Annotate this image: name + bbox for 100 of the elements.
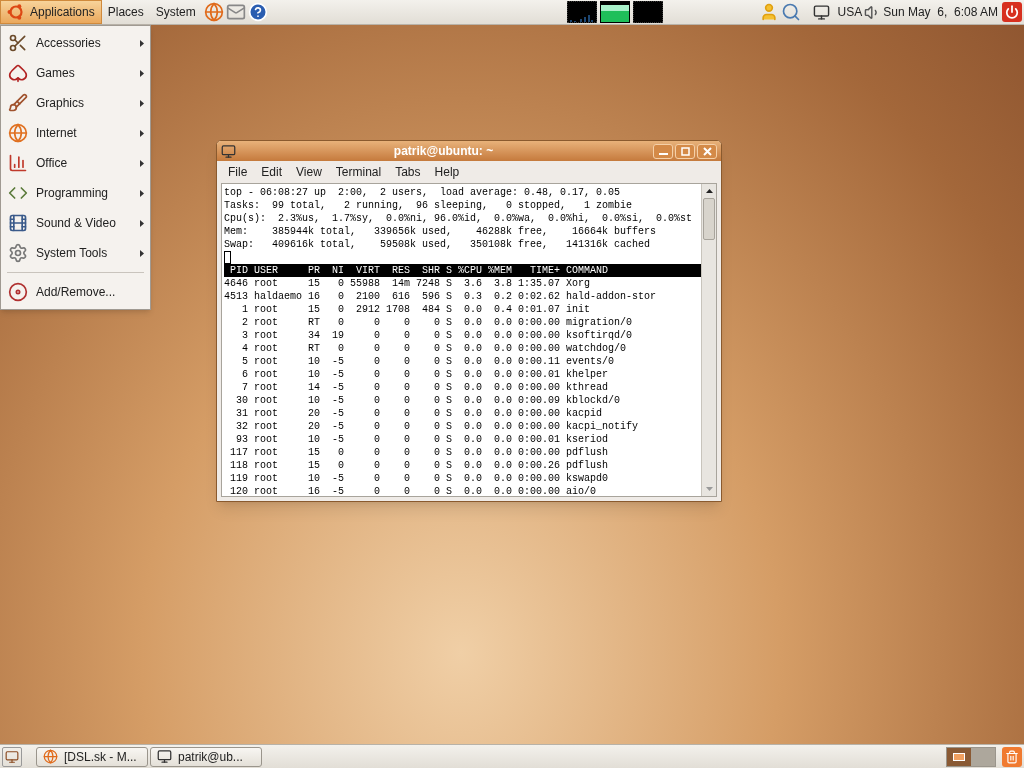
submenu-arrow-icon [140, 219, 144, 227]
menu-bar-item[interactable]: File [223, 163, 253, 181]
panel-menu[interactable]: Places [101, 0, 150, 24]
power-button[interactable] [1002, 2, 1022, 22]
table-cell-text: -5 [331, 394, 344, 407]
table-cell: S [446, 316, 452, 329]
menu-bar-item[interactable]: Tabs [390, 163, 426, 181]
menu-item[interactable]: Games [1, 58, 150, 88]
menu-item[interactable]: Accessories [1, 28, 150, 58]
table-cell-text: 4 [241, 342, 248, 355]
terminal-line: Mem: 385944k total, 339656k used, 46288k free, 16664k buffers [224, 225, 657, 238]
menu-item[interactable]: System Tools [1, 238, 150, 268]
table-cell: 15 [308, 303, 320, 316]
clock[interactable]: Sun May 6, 6:08 AM [883, 3, 998, 21]
mail-icon[interactable] [225, 2, 246, 22]
submenu-arrow-icon [140, 39, 144, 47]
menu-bar-item[interactable]: Help [429, 163, 465, 181]
table-cell: 0:02.62 [518, 290, 560, 303]
trash-button[interactable] [1002, 746, 1022, 767]
menu-item[interactable]: Internet [1, 118, 150, 148]
table-cell-text: 93 [235, 433, 248, 446]
menu-bar-item[interactable]: Terminal [330, 163, 387, 181]
table-cell: haldaemo [254, 290, 302, 303]
minimize-button[interactable] [653, 143, 673, 159]
table-cell-text: 0 [403, 368, 410, 381]
table-cell-text: 3 [241, 329, 248, 342]
menu-item[interactable]: Graphics [1, 88, 150, 118]
table-cell-text: 0.0 [493, 407, 512, 420]
menu-bar-item[interactable]: Edit [256, 163, 288, 181]
table-cell-text: 0 [373, 394, 380, 407]
column-header: NI [331, 264, 344, 277]
table-cell-text: 0 [403, 420, 410, 433]
scrollbar[interactable] [701, 184, 716, 496]
table-cell-text: 19 [331, 329, 344, 342]
table-cell-text: 0.0 [463, 329, 482, 342]
table-cell: S [446, 303, 452, 316]
menu-item[interactable]: Programming [1, 178, 150, 208]
column-header: %MEM [488, 264, 512, 277]
help-icon[interactable] [247, 2, 268, 22]
taskbar-button[interactable]: [DSL.sk - M... [36, 746, 148, 767]
table-cell-text: -5 [331, 485, 344, 496]
web-browser-icon[interactable] [203, 2, 224, 22]
terminal-icon [157, 749, 172, 764]
table-cell: S [446, 446, 452, 459]
table-cell-text: 0 [337, 446, 344, 459]
table-cell-text: 0 [433, 420, 440, 433]
table-cell-text: 0 [433, 329, 440, 342]
table-cell: 14 [308, 381, 320, 394]
table-cell: 15 [308, 459, 320, 472]
table-cell-text: kacpid [566, 407, 603, 420]
table-cell-text: 0 [373, 368, 380, 381]
menu-item[interactable]: Add/Remove... [1, 277, 150, 307]
maximize-button[interactable] [675, 143, 695, 159]
table-cell: 0:00.26 [518, 459, 560, 472]
table-cell-text: 0.0 [493, 485, 512, 496]
table-cell: 7248 [416, 277, 440, 290]
table-cell-text: 0 [433, 446, 440, 459]
table-cell-text: root [254, 420, 279, 433]
table-cell: 0:00.11 [518, 355, 560, 368]
table-cell-text: 118 [229, 459, 248, 472]
close-button[interactable] [697, 143, 717, 159]
show-desktop-button[interactable] [2, 746, 22, 767]
workspace[interactable] [947, 747, 971, 766]
table-cell: 16 [308, 485, 320, 496]
panel-menu[interactable]: Applications [0, 0, 102, 24]
table-cell: 10 [308, 368, 320, 381]
terminal-icon [221, 143, 236, 159]
column-header: USER [254, 264, 279, 277]
table-cell-text: 14m [391, 277, 410, 290]
table-cell-text: 0 [373, 329, 380, 342]
up-arrow-icon [705, 189, 713, 193]
table-cell-text: 31 [235, 407, 248, 420]
table-cell: 20 [308, 420, 320, 433]
panel-menu[interactable]: System [149, 0, 202, 24]
table-cell: S [446, 485, 452, 496]
submenu-arrow-icon [140, 159, 144, 167]
table-cell-text: 0 [403, 446, 410, 459]
table-cell-text: 0.0 [493, 433, 512, 446]
table-cell: 0:00.01 [518, 433, 560, 446]
table-cell-text: 0 [337, 316, 344, 329]
search-icon[interactable] [780, 2, 801, 22]
table-cell: 0:00.01 [518, 368, 560, 381]
menu-item[interactable]: Office [1, 148, 150, 178]
menu-item[interactable]: Sound & Video [1, 208, 150, 238]
table-cell-text: root [254, 329, 279, 342]
table-cell-text: migration/0 [566, 316, 633, 329]
keyboard-layout[interactable]: USA [837, 3, 863, 21]
taskbar-button[interactable]: patrik@ub... [150, 746, 262, 767]
minimize-icon [658, 152, 668, 155]
scroll-thumb[interactable] [703, 198, 715, 240]
table-cell-text: 0 [403, 342, 410, 355]
table-cell-text: events/0 [566, 355, 615, 368]
table-cell-text: -5 [331, 420, 344, 433]
table-cell-text: 0.0 [463, 472, 482, 485]
network-monitor-graph [632, 1, 663, 23]
table-cell-text: root [254, 316, 279, 329]
table-cell: 1708 [386, 303, 410, 316]
table-cell: S [446, 368, 452, 381]
column-header: VIRT [355, 264, 380, 277]
menu-bar-item[interactable]: View [291, 163, 327, 181]
